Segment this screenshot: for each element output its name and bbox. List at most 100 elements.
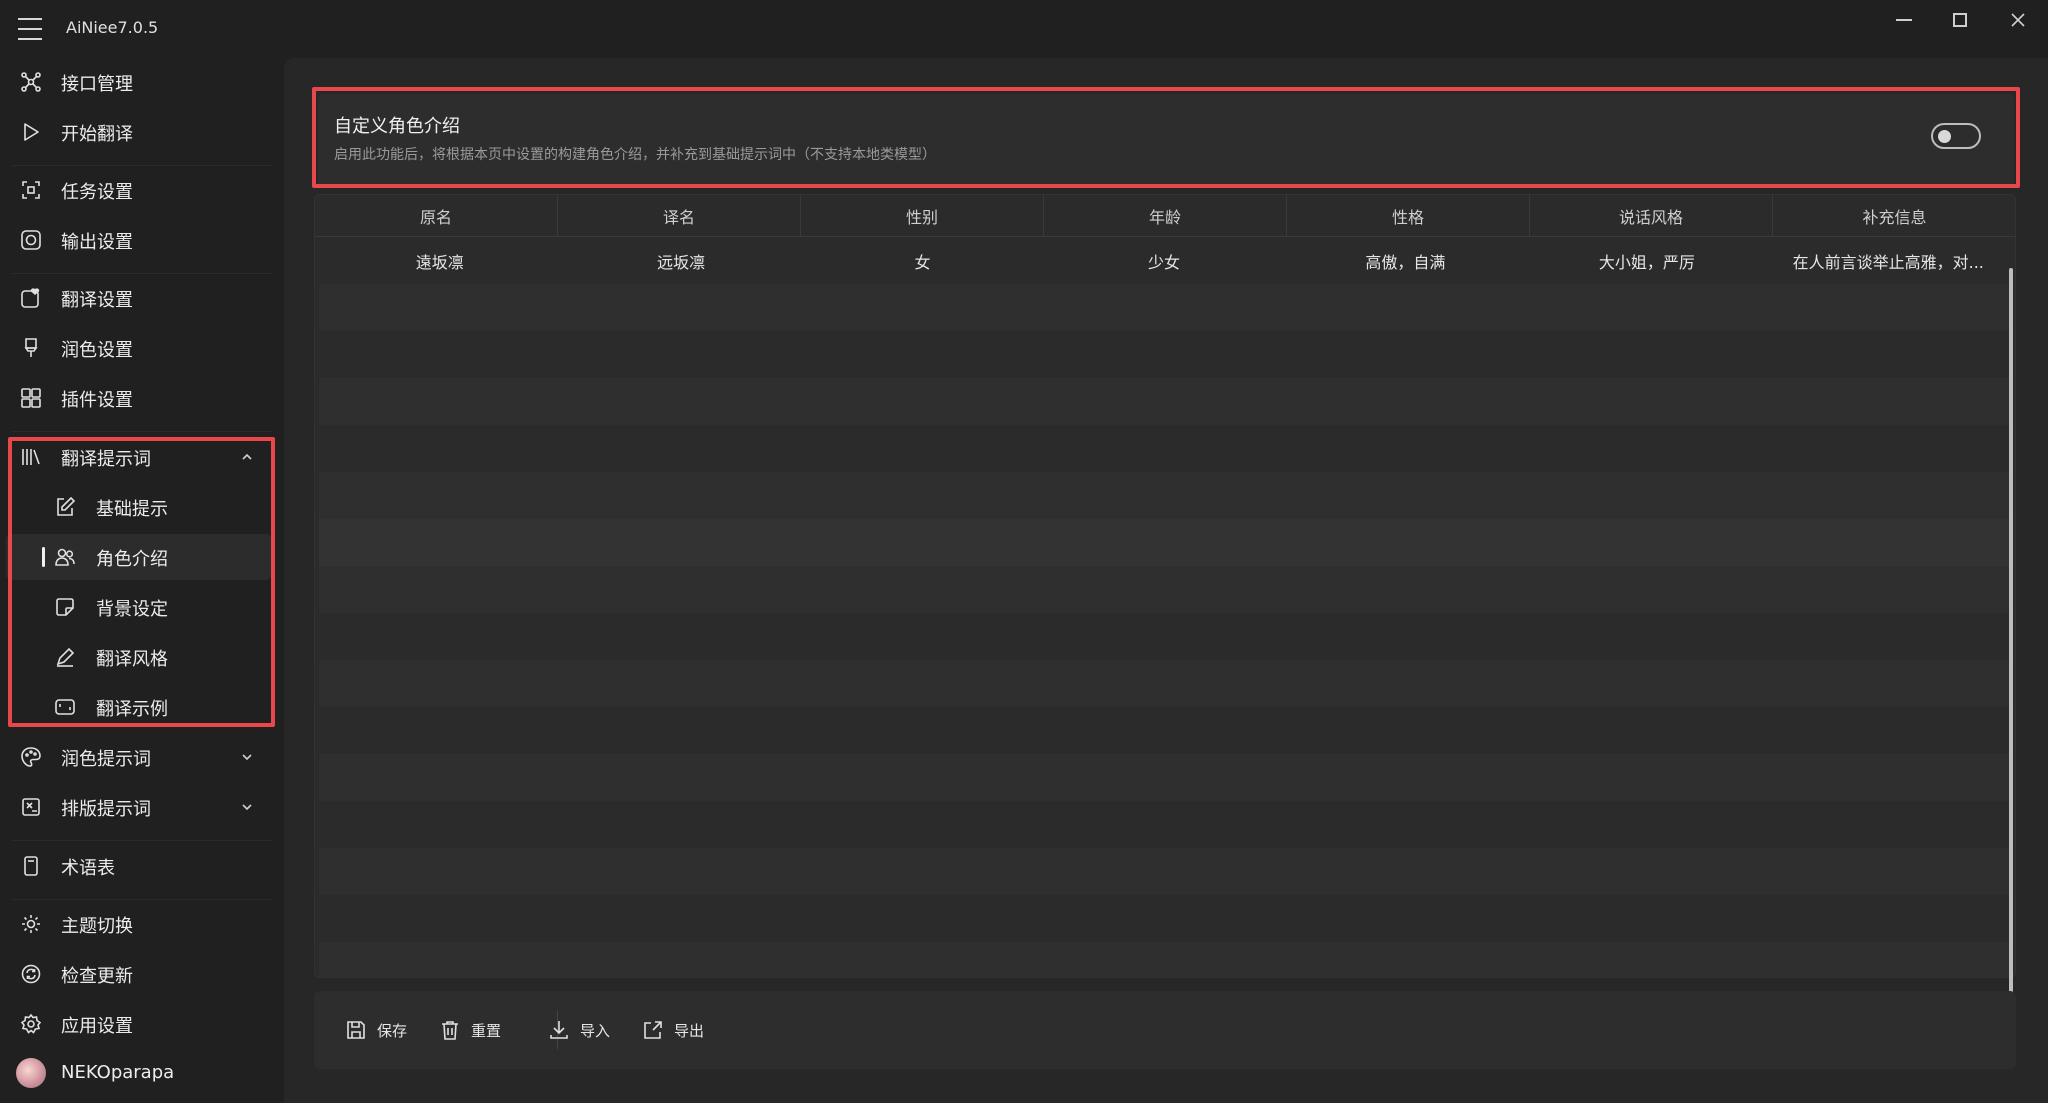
table-row[interactable]: [319, 472, 2009, 519]
table-cell[interactable]: 少女: [1043, 237, 1284, 284]
table-cell[interactable]: 在人前言谈举止高雅，对...: [1768, 237, 2009, 284]
sidebar-item-task[interactable]: 任务设置: [6, 167, 272, 213]
table-cell[interactable]: 女: [802, 237, 1043, 284]
close-button[interactable]: [1990, 0, 2046, 40]
sidebar-item-plugin-settings[interactable]: 插件设置: [6, 375, 272, 421]
chevron-down-icon[interactable]: [240, 799, 254, 813]
sidebar-item-polish-prompts[interactable]: 润色提示词: [6, 734, 272, 780]
chevron-down-icon[interactable]: [240, 749, 254, 763]
people-icon: [54, 546, 76, 568]
sidebar-item-output[interactable]: 输出设置: [6, 217, 272, 263]
user-name: NEKOparapa: [61, 1062, 175, 1083]
book-icon: [20, 855, 42, 877]
sidebar-item-label: 翻译风格: [96, 649, 168, 670]
minimize-button[interactable]: [1876, 0, 1932, 40]
sidebar-item-translate-prompts[interactable]: 翻译提示词: [6, 434, 272, 480]
toggle-card: [318, 94, 2014, 188]
sidebar-item-label: 润色提示词: [61, 749, 151, 770]
table-row[interactable]: [319, 942, 2009, 977]
column-header[interactable]: 译名: [558, 195, 801, 237]
import-label: 导入: [580, 1021, 611, 1040]
menu-icon[interactable]: [18, 18, 42, 40]
import-button[interactable]: 导入: [548, 1012, 610, 1048]
table-row[interactable]: [319, 378, 2009, 425]
sidebar-item-label: 排版提示词: [61, 799, 151, 820]
layout-icon: [20, 796, 42, 818]
table-cell[interactable]: 大小姐，严厉: [1526, 237, 1767, 284]
column-header[interactable]: 性格: [1287, 195, 1530, 237]
sidebar-item-theme[interactable]: 主题切换: [6, 901, 272, 947]
toggle-card-description: 启用此功能后，将根据本页中设置的构建角色介绍，并补充到基础提示词中（不支持本地类…: [334, 147, 936, 163]
note-icon: [54, 596, 76, 618]
refresh-icon: [20, 963, 42, 985]
table-row[interactable]: [319, 660, 2009, 707]
table-row[interactable]: [319, 895, 2009, 942]
table-row[interactable]: [319, 613, 2009, 660]
sidebar-item-label: 任务设置: [61, 182, 133, 203]
column-header[interactable]: 年龄: [1044, 195, 1287, 237]
sidebar-item-label: 基础提示: [96, 499, 168, 520]
table-row[interactable]: [319, 425, 2009, 472]
sidebar-item-label: 应用设置: [61, 1016, 133, 1037]
table-cell[interactable]: 高傲，自满: [1285, 237, 1526, 284]
save-button[interactable]: 保存: [345, 1012, 407, 1048]
sidebar-item-api[interactable]: 接口管理: [6, 59, 272, 105]
export-button[interactable]: 导出: [642, 1012, 704, 1048]
plugin-icon: [20, 387, 42, 409]
custom-character-toggle[interactable]: [1931, 123, 1981, 149]
chevron-up-icon[interactable]: [240, 449, 254, 463]
sidebar-item-label: 插件设置: [61, 390, 133, 411]
task-icon: [20, 179, 42, 201]
table-scrollbar[interactable]: [2009, 268, 2013, 998]
export-label: 导出: [674, 1021, 705, 1040]
trash-icon: [442, 1021, 458, 1040]
sidebar-item-polish-settings[interactable]: 润色设置: [6, 325, 272, 371]
avatar[interactable]: [16, 1058, 46, 1088]
table-header: 原名 译名 性别 年龄 性格 说话风格 补充信息: [315, 195, 2015, 237]
table-row[interactable]: [319, 519, 2009, 566]
maximize-button[interactable]: [1932, 0, 1988, 40]
sidebar-item-start[interactable]: 开始翻译: [6, 109, 272, 155]
sidebar-item-label: 接口管理: [61, 74, 133, 95]
sidebar-item-translate-settings[interactable]: 翻译设置: [6, 275, 272, 321]
column-header[interactable]: 原名: [315, 195, 558, 237]
reset-button[interactable]: 重置: [439, 1012, 501, 1048]
share-icon: [644, 1021, 662, 1039]
sidebar-item-translate-style[interactable]: 翻译风格: [6, 634, 272, 680]
table-row[interactable]: [319, 801, 2009, 848]
heart-icon: [20, 287, 42, 309]
save-icon: [347, 1021, 365, 1039]
table-cell[interactable]: 远坂凛: [560, 237, 801, 284]
sidebar-item-layout-prompts[interactable]: 排版提示词: [6, 784, 272, 830]
column-header[interactable]: 性别: [801, 195, 1044, 237]
reset-label: 重置: [471, 1021, 502, 1040]
table-row[interactable]: [319, 754, 2009, 801]
sidebar-item-glossary[interactable]: 术语表: [6, 843, 272, 889]
frame-icon: [54, 696, 76, 718]
sidebar-item-translate-examples[interactable]: 翻译示例: [6, 684, 272, 730]
sidebar-item-label: 术语表: [61, 858, 115, 879]
sidebar: 接口管理 开始翻译 任务设置 输出设置 翻译设置 润色设置 插件设置 翻译提示词…: [0, 58, 284, 1103]
table-row[interactable]: [319, 284, 2009, 331]
edit-icon: [54, 496, 76, 518]
save-label: 保存: [377, 1021, 408, 1040]
column-header[interactable]: 补充信息: [1773, 195, 2015, 237]
sidebar-item-label: 翻译提示词: [61, 449, 151, 470]
table-row[interactable]: [319, 848, 2009, 895]
table-row[interactable]: [319, 331, 2009, 378]
sidebar-item-background[interactable]: 背景设定: [6, 584, 272, 630]
sidebar-item-label: 背景设定: [96, 599, 168, 620]
table-cell[interactable]: 遠坂凛: [319, 237, 560, 284]
main-panel: 自定义角色介绍 启用此功能后，将根据本页中设置的构建角色介绍，并补充到基础提示词…: [284, 58, 2048, 1103]
sidebar-item-update[interactable]: 检查更新: [6, 951, 272, 997]
table-row[interactable]: [319, 707, 2009, 754]
sidebar-item-character-intro[interactable]: 角色介绍: [6, 534, 272, 580]
sidebar-item-label: 主题切换: [61, 916, 133, 937]
table-row[interactable]: 遠坂凛 远坂凛 女 少女 高傲，自满 大小姐，严厉 在人前言谈举止高雅，对...: [319, 237, 2009, 284]
sidebar-item-app-settings[interactable]: 应用设置: [6, 1001, 272, 1047]
toggle-knob: [1938, 130, 1951, 143]
column-header[interactable]: 说话风格: [1530, 195, 1773, 237]
sidebar-item-basic-prompt[interactable]: 基础提示: [6, 484, 272, 530]
toggle-card-title: 自定义角色介绍: [334, 116, 460, 137]
table-row[interactable]: [319, 566, 2009, 613]
